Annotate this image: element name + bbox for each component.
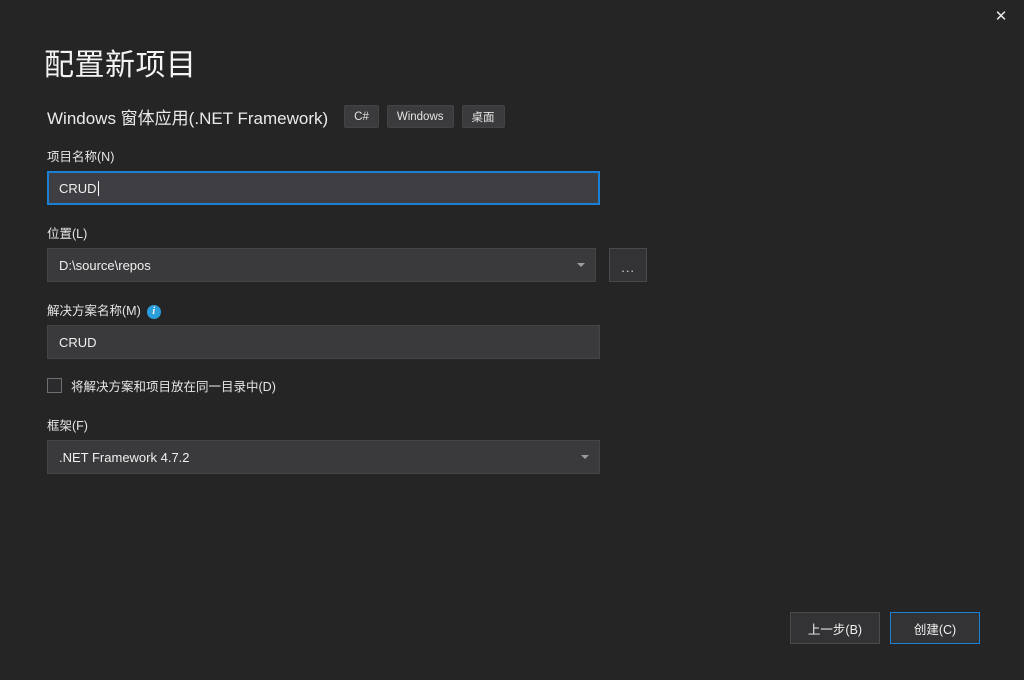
field-project-name: 项目名称(N) CRUD [47, 150, 647, 205]
dialog-footer: 上一步(B) 创建(C) [790, 612, 980, 644]
framework-value: .NET Framework 4.7.2 [59, 449, 190, 465]
same-directory-checkbox-row[interactable]: 将解决方案和项目放在同一目录中(D) [47, 376, 647, 395]
title-bar: ✕ [0, 0, 1024, 32]
close-icon[interactable]: ✕ [978, 0, 1024, 32]
same-directory-checkbox[interactable] [47, 378, 62, 393]
text-caret [97, 180, 99, 196]
same-directory-label: 将解决方案和项目放在同一目录中(D) [71, 380, 276, 394]
tag-project-type: 桌面 [461, 105, 505, 128]
create-button[interactable]: 创建(C) [890, 612, 980, 644]
template-name: Windows 窗体应用(.NET Framework) [47, 109, 329, 128]
project-name-label: 项目名称(N) [47, 150, 115, 164]
framework-label: 框架(F) [47, 419, 88, 433]
page-title: 配置新项目 [44, 49, 197, 82]
location-row: D:\source\repos ... [47, 248, 647, 282]
configure-new-project-dialog: ✕ 配置新项目 Windows 窗体应用(.NET Framework) C# … [0, 0, 1024, 680]
solution-name-label: 解决方案名称(M) i [47, 304, 647, 319]
project-name-input[interactable]: CRUD [47, 171, 600, 205]
location-value: D:\source\repos [59, 257, 151, 273]
location-combobox[interactable]: D:\source\repos [47, 248, 597, 282]
solution-name-input[interactable]: CRUD [47, 325, 600, 359]
chevron-down-icon[interactable] [581, 455, 589, 459]
info-icon[interactable]: i [146, 304, 161, 319]
project-configuration-form: 项目名称(N) CRUD 位置(L) D:\source\repos ... 解… [47, 150, 647, 496]
solution-name-label-text: 解决方案名称(M) [47, 304, 141, 318]
solution-name-value: CRUD [59, 334, 97, 350]
location-label: 位置(L) [47, 227, 88, 241]
tag-language: C# [344, 105, 379, 128]
browse-button[interactable]: ... [609, 248, 647, 282]
chevron-down-icon[interactable] [577, 263, 586, 267]
tag-platform: Windows [386, 105, 454, 128]
project-name-value: CRUD [59, 180, 97, 196]
framework-combobox[interactable]: .NET Framework 4.7.2 [47, 440, 600, 474]
field-framework: 框架(F) .NET Framework 4.7.2 [47, 419, 647, 474]
back-button[interactable]: 上一步(B) [790, 612, 880, 644]
field-solution-name: 解决方案名称(M) i CRUD 将解决方案和项目放在同一目录中(D) [47, 304, 647, 395]
template-summary: Windows 窗体应用(.NET Framework) C# Windows … [47, 104, 513, 129]
field-location: 位置(L) D:\source\repos ... [47, 227, 647, 282]
